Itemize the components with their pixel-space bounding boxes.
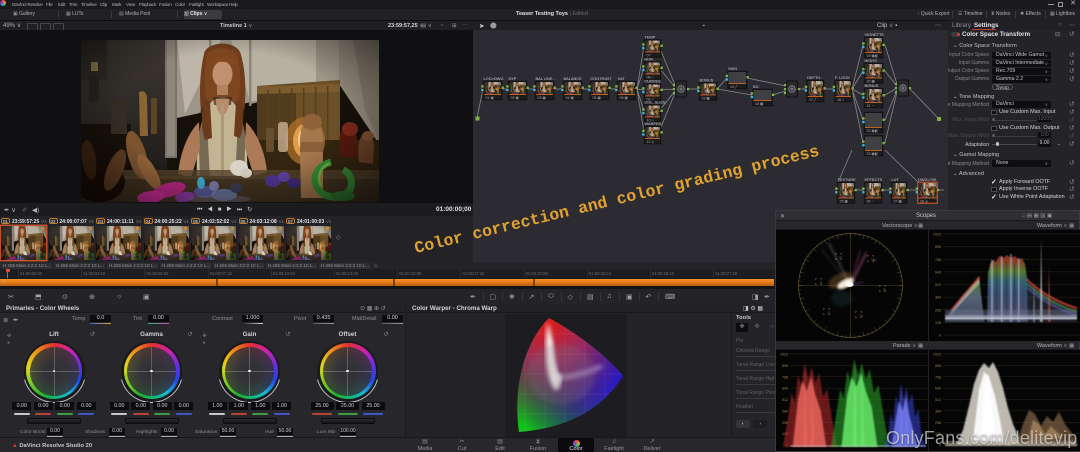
svg-text:Cy: Cy — [860, 314, 864, 318]
svg-text:G: G — [828, 311, 831, 315]
svg-text:14 ╱: 14 ╱ — [730, 84, 738, 89]
svg-text:384: 384 — [935, 296, 941, 300]
svg-text:1023: 1023 — [933, 353, 941, 357]
svg-text:640: 640 — [935, 270, 941, 274]
svg-text:BONUS: BONUS — [865, 83, 879, 88]
svg-text:04 ▦: 04 ▦ — [566, 96, 575, 100]
svg-text:CURVES: CURVES — [645, 79, 662, 84]
svg-text:640: 640 — [782, 387, 788, 391]
svg-text:768: 768 — [782, 375, 788, 379]
svg-text:384: 384 — [935, 409, 941, 413]
svg-text:15 ▦: 15 ▦ — [755, 102, 764, 106]
svg-text:EXP: EXP — [509, 76, 517, 81]
svg-text:LOG>DWG: LOG>DWG — [484, 76, 504, 81]
svg-text:TEXTURE: TEXTURE — [838, 177, 857, 182]
svg-text:EFFECTS: EFFECTS — [865, 177, 883, 182]
svg-text:384: 384 — [782, 409, 788, 413]
svg-text:06 ▦: 06 ▦ — [620, 96, 629, 100]
svg-text:Yl: Yl — [820, 281, 823, 285]
svg-text:0: 0 — [939, 334, 941, 338]
svg-text:18 ⌂: 18 ⌂ — [837, 98, 844, 102]
svg-text:768: 768 — [935, 258, 941, 262]
svg-text:02 ▦: 02 ▦ — [511, 96, 520, 100]
svg-text:896: 896 — [935, 364, 941, 368]
svg-text:896: 896 — [782, 364, 788, 368]
svg-text:03 ▦: 03 ▦ — [538, 96, 547, 100]
svg-text:26 ◔: 26 ◔ — [867, 200, 874, 204]
svg-text:21 ◔: 21 ◔ — [867, 104, 874, 108]
svg-text:R: R — [840, 256, 843, 260]
svg-text:DEPTH...: DEPTH... — [807, 75, 823, 80]
svg-text:BONUS: BONUS — [700, 78, 714, 83]
svg-text:HDR: HDR — [645, 57, 654, 62]
svg-text:01 ▦: 01 ▦ — [486, 96, 495, 100]
svg-text:128: 128 — [935, 321, 941, 325]
svg-text:23 ▦◧: 23 ▦◧ — [867, 152, 879, 156]
svg-text:17 ╱: 17 ╱ — [809, 97, 817, 102]
svg-text:11 ◎: 11 ◎ — [647, 140, 656, 144]
svg-text:VIGNETTE: VIGNETTE — [865, 32, 885, 37]
svg-text:768: 768 — [935, 375, 941, 379]
svg-text:BALANCE: BALANCE — [564, 76, 583, 81]
svg-text:B: B — [884, 288, 886, 292]
svg-text:HIGHS: HIGHS — [865, 58, 878, 63]
svg-text:22 ▦◧: 22 ▦◧ — [867, 129, 879, 133]
svg-text:COL. SLICE: COL. SLICE — [645, 100, 667, 105]
svg-text:256: 256 — [935, 308, 941, 312]
svg-text:13 ▦: 13 ▦ — [702, 97, 711, 101]
svg-text:896: 896 — [935, 245, 941, 249]
svg-text:F. LOOK: F. LOOK — [835, 75, 850, 80]
svg-text:512: 512 — [935, 283, 941, 287]
svg-text:1023: 1023 — [780, 353, 788, 357]
svg-text:512: 512 — [935, 398, 941, 402]
svg-text:25 ▦: 25 ▦ — [840, 200, 849, 204]
svg-text:WARPER: WARPER — [645, 121, 662, 126]
svg-text:DWG>709: DWG>709 — [918, 177, 936, 182]
svg-text:28 ◎: 28 ◎ — [920, 200, 929, 204]
svg-text:BG: BG — [753, 84, 759, 89]
svg-text:SAT: SAT — [618, 76, 626, 81]
svg-text:05 ▦: 05 ▦ — [593, 96, 602, 100]
svg-text:27 ▦: 27 ▦ — [894, 200, 903, 204]
svg-text:Mg: Mg — [872, 258, 876, 262]
svg-text:LUT: LUT — [892, 177, 900, 182]
svg-text:SKIN: SKIN — [728, 66, 737, 71]
svg-text:BAL LINE...: BAL LINE... — [536, 76, 556, 81]
svg-text:CONTRAST: CONTRAST — [591, 76, 613, 81]
svg-text:1023: 1023 — [933, 233, 941, 237]
svg-text:TEMP: TEMP — [645, 35, 656, 40]
svg-text:256: 256 — [935, 421, 941, 425]
svg-text:640: 640 — [935, 387, 941, 391]
svg-text:512: 512 — [782, 398, 788, 402]
